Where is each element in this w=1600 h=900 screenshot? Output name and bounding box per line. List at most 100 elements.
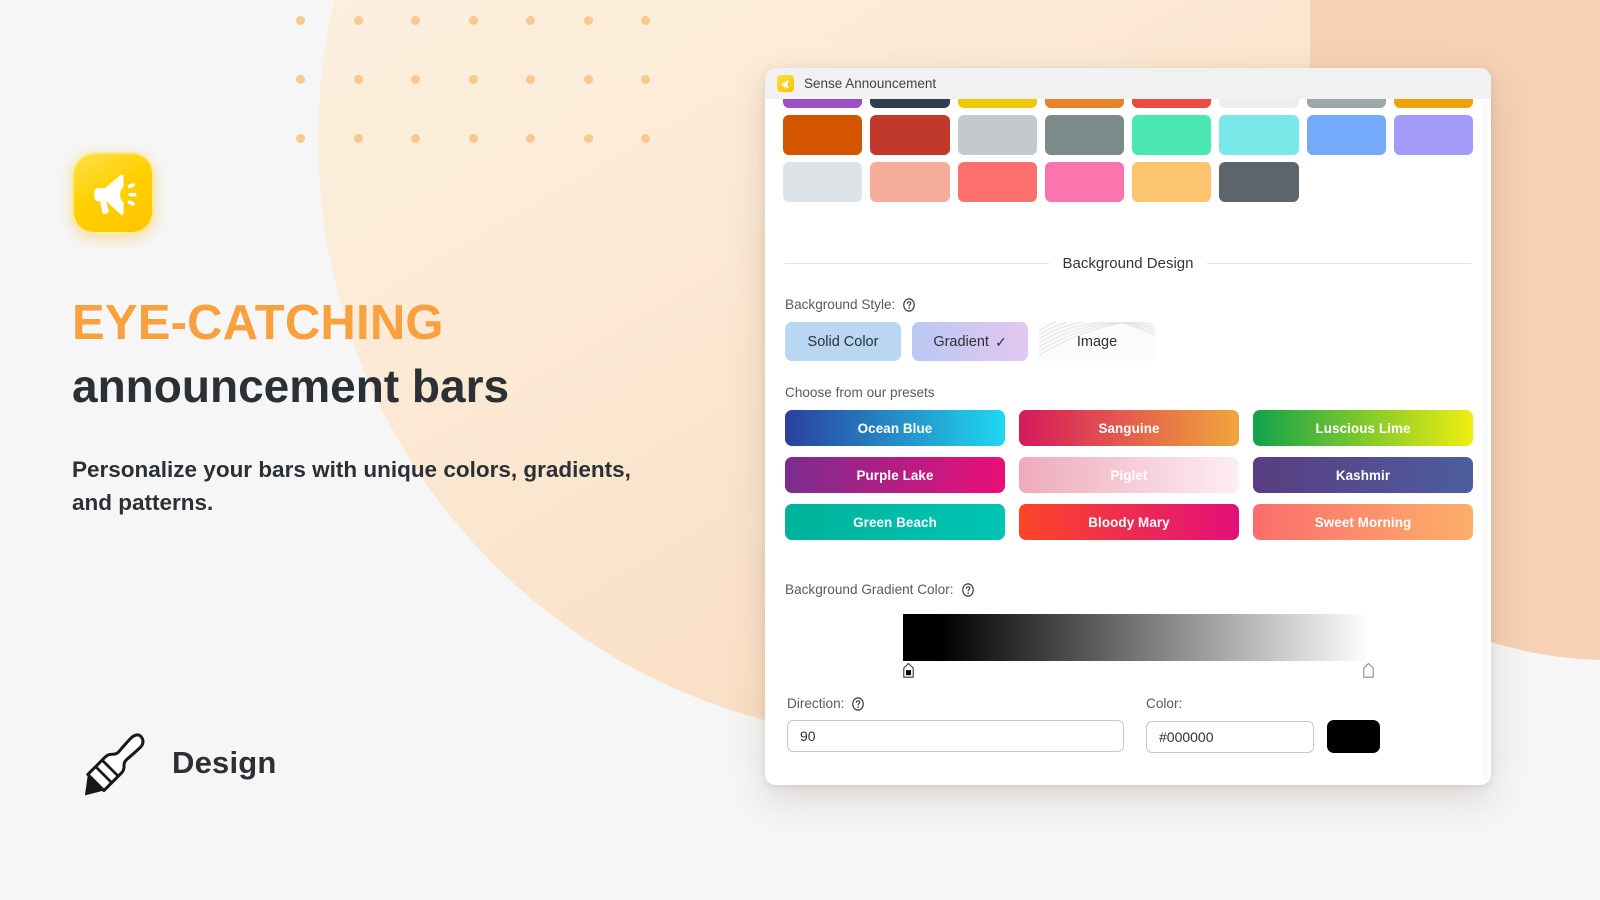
color-swatch-button[interactable] <box>1327 720 1380 753</box>
presets-caption: Choose from our presets <box>785 385 935 400</box>
direction-field-group: Direction: <box>787 696 1124 753</box>
color-swatch[interactable] <box>870 115 950 155</box>
background-dot <box>526 75 535 84</box>
background-dot <box>641 134 650 143</box>
scrollbar[interactable] <box>1483 101 1488 783</box>
color-swatch[interactable] <box>1219 115 1299 155</box>
background-style-label-row: Background Style: <box>785 297 1473 312</box>
color-label: Color: <box>1146 696 1183 711</box>
color-swatch[interactable] <box>783 162 863 202</box>
color-input-row <box>1146 720 1380 753</box>
background-style-solid-label: Solid Color <box>807 333 879 350</box>
design-badge: Design <box>78 726 277 800</box>
color-swatch[interactable] <box>1306 115 1386 155</box>
preset-gradient-button[interactable]: Ocean Blue <box>785 410 1005 446</box>
background-design-section-header: Background Design <box>783 255 1473 272</box>
gradient-slider[interactable] <box>785 614 1473 682</box>
background-dot <box>353 75 363 84</box>
background-dot <box>411 134 420 143</box>
background-style-options: Solid Color Gradient ✓ Image <box>785 322 1473 361</box>
headline-secondary: announcement bars <box>72 360 510 413</box>
background-dot <box>468 16 478 25</box>
direction-input[interactable] <box>787 720 1124 752</box>
window-title: Sense Announcement <box>804 76 937 91</box>
gradient-stop-handle-end[interactable] <box>1363 663 1374 678</box>
help-circle-icon[interactable] <box>902 297 916 312</box>
color-hex-input[interactable] <box>1146 720 1314 753</box>
background-dot <box>411 16 420 25</box>
promo-copy-column: EYE-CATCHING announcement bars Personali… <box>72 152 692 519</box>
direction-label: Direction: <box>787 696 845 711</box>
preset-gradient-button[interactable]: Green Beach <box>785 504 1005 540</box>
background-style-gradient-label: Gradient <box>933 333 989 350</box>
color-swatch[interactable] <box>1219 162 1299 202</box>
gradient-preview-bar[interactable] <box>903 614 1369 661</box>
preset-gradient-button[interactable]: Piglet <box>1019 457 1239 493</box>
direction-label-row: Direction: <box>787 696 1124 711</box>
color-swatch[interactable] <box>1132 115 1212 155</box>
preset-gradient-button[interactable]: Kashmir <box>1253 457 1473 493</box>
swatch-slot-empty <box>1394 162 1473 202</box>
color-swatch[interactable] <box>1132 162 1212 202</box>
gradient-stop-handle-start[interactable] <box>903 663 914 678</box>
background-dot <box>296 75 305 84</box>
megaphone-icon <box>72 152 154 234</box>
background-dot <box>353 16 363 25</box>
background-dot <box>468 75 478 84</box>
gradient-color-label: Background Gradient Color: <box>785 582 954 597</box>
help-circle-icon[interactable] <box>961 582 975 597</box>
color-swatch[interactable] <box>783 115 863 155</box>
preset-gradient-button[interactable]: Sanguine <box>1019 410 1239 446</box>
color-swatch[interactable] <box>870 162 950 202</box>
color-swatch[interactable] <box>783 99 863 108</box>
background-dot <box>353 134 363 143</box>
preset-gradient-button[interactable]: Luscious Lime <box>1253 410 1473 446</box>
background-style-image-label: Image <box>1076 333 1118 350</box>
background-dot <box>296 134 305 143</box>
background-dot <box>583 75 593 84</box>
color-swatch[interactable] <box>957 115 1037 155</box>
color-swatch[interactable] <box>1044 115 1124 155</box>
app-window: Sense Announcement Background Design Bac… <box>765 68 1491 785</box>
background-dot <box>526 16 535 25</box>
window-content: Background Design Background Style: Soli… <box>765 99 1491 785</box>
check-icon: ✓ <box>994 333 1007 350</box>
window-titlebar: Sense Announcement <box>765 68 1491 99</box>
preset-gradient-button[interactable]: Bloody Mary <box>1019 504 1239 540</box>
promo-screenshot: EYE-CATCHING announcement bars Personali… <box>0 0 1600 900</box>
headline-primary: EYE-CATCHING <box>72 296 444 350</box>
color-swatch[interactable] <box>1132 99 1212 108</box>
background-dot <box>468 134 478 143</box>
paintbrush-icon <box>84 733 145 796</box>
color-swatch[interactable] <box>870 99 950 108</box>
background-style-solid-button[interactable]: Solid Color <box>785 322 901 361</box>
color-swatch[interactable] <box>957 162 1037 202</box>
color-label-row: Color: <box>1146 696 1380 711</box>
background-dot <box>411 75 420 84</box>
preset-gradient-button[interactable]: Purple Lake <box>785 457 1005 493</box>
color-swatch[interactable] <box>1044 99 1124 108</box>
background-dot <box>296 16 305 25</box>
color-swatch[interactable] <box>1219 99 1299 108</box>
color-swatch[interactable] <box>957 99 1037 108</box>
divider-right <box>1207 263 1472 264</box>
presets-block: Choose from our presets Ocean Blue Sangui… <box>783 385 1473 540</box>
background-gradient-color-block: Background Gradient Color: Direction: 90… <box>783 582 1473 753</box>
background-dot <box>583 134 593 143</box>
background-style-image-button[interactable]: Image <box>1039 322 1155 361</box>
divider-left <box>785 263 1049 264</box>
color-swatch[interactable] <box>1393 99 1473 108</box>
background-dot <box>526 134 535 143</box>
color-swatch[interactable] <box>1393 115 1473 155</box>
background-style-label: Background Style: <box>785 297 896 312</box>
help-circle-icon[interactable] <box>851 696 865 711</box>
swatch-slot-empty <box>1307 162 1386 202</box>
gradient-inputs-row: Direction: 90 Color: #000000 <box>785 696 1473 753</box>
background-style-gradient-button[interactable]: Gradient ✓ <box>912 322 1028 361</box>
section-title: Background Design <box>1062 255 1194 272</box>
preset-gradient-button[interactable]: Sweet Morning <box>1253 504 1473 540</box>
megaphone-icon <box>777 75 794 92</box>
background-dot <box>641 75 650 84</box>
color-swatch[interactable] <box>1044 162 1124 202</box>
color-swatch[interactable] <box>1306 99 1386 108</box>
